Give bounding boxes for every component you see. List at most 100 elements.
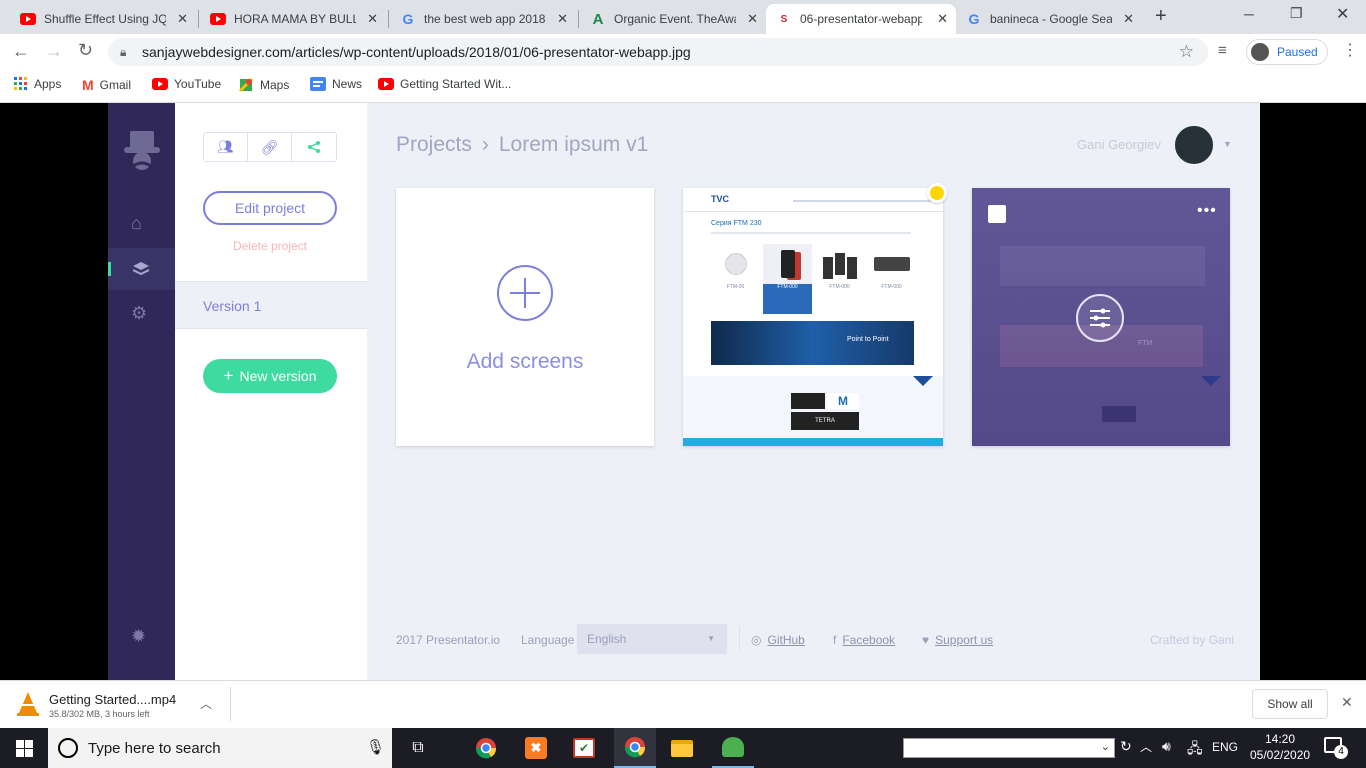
kebab-menu-icon[interactable]: ⋮ [1342,40,1358,60]
thumb-footer: M TETRA [683,376,943,438]
volume-icon[interactable]: 🔊︎ [1162,738,1171,755]
settings-gear-icon[interactable]: ⚙ [131,303,147,324]
close-icon[interactable]: ✕ [367,11,378,27]
select-checkbox[interactable] [988,205,1006,223]
omnibox[interactable]: 🔒︎ sanjaywebdesigner.com/articles/wp-con… [108,38,1208,66]
youtube-icon [378,78,394,90]
facebook-link[interactable]: f Facebook [833,633,895,647]
crafted-by[interactable]: Crafted by Gani [1150,633,1234,647]
edit-project-button[interactable]: Edit project [203,191,337,225]
share-button[interactable] [292,133,336,161]
close-icon[interactable]: ✕ [937,11,948,27]
screen-thumbnail-2[interactable]: FTM ••• [972,188,1230,446]
close-icon[interactable]: ✕ [1341,694,1353,711]
tab-1[interactable]: Shuffle Effect Using JQuery ✕ [10,4,196,34]
page-viewport: ⌂ ⚙ ✹ 👥︎ 🔗︎ Edit project Delete project … [0,103,1366,680]
network-app-icon[interactable] [712,728,754,768]
footer-copyright: 2017 Presentator.io [396,633,501,647]
download-filename[interactable]: Getting Started....mp4 [49,692,176,707]
notification-bell-icon[interactable] [927,183,947,203]
chevron-down-icon[interactable]: ▼ [1223,139,1232,149]
plus-icon: + [223,366,234,385]
tab-2[interactable]: HORA MAMA BY BULL D ✕ [200,4,386,34]
windows-taskbar: Type here to search 🎙︎ ⧉ ✖ ✔ ⌄ ↻ ︿ 🔊︎ 🖧︎… [0,728,1366,768]
minimize-button[interactable]: ─ [1244,6,1254,22]
delete-project-link[interactable]: Delete project [203,239,337,253]
chrome-taskbar-icon[interactable] [466,728,506,768]
task-view-icon[interactable]: ⧉ [400,728,436,768]
bookmark-label: Apps [34,77,62,91]
show-all-button[interactable]: Show all [1252,689,1328,719]
clock[interactable]: 14:20 05/02/2020 [1250,731,1310,763]
close-icon[interactable]: ✕ [177,11,188,27]
close-icon[interactable]: ✕ [557,11,568,27]
bug-icon[interactable]: ✹ [131,626,146,647]
tab-title: the best web app 2018 [424,12,546,26]
profile-button[interactable]: Paused [1246,39,1328,65]
chevron-up-icon[interactable]: ︿ [200,695,212,712]
thumb2-banner-title: FTM [1138,340,1153,347]
breadcrumb-projects[interactable]: Projects [396,133,472,157]
close-icon[interactable]: ✕ [1123,11,1134,27]
projects-nav-item[interactable] [108,248,175,290]
news-icon [310,77,326,91]
bookmark-youtube[interactable]: YouTube [152,77,221,91]
network-icon[interactable]: 🖧︎ [1187,738,1203,762]
new-tab-button[interactable]: + [1155,5,1167,28]
tab-title: banineca - Google Sear [990,12,1112,26]
action-center-icon[interactable]: 4 [1324,737,1348,759]
support-link[interactable]: ♥ Support us [922,633,993,647]
preview-link-button[interactable]: 🔗︎ [248,133,292,161]
microphone-icon[interactable]: 🎙︎ [366,738,385,756]
more-options-icon[interactable]: ••• [1197,202,1217,220]
new-version-button[interactable]: + New version [203,359,337,393]
tab-5-active[interactable]: S 06-presentator-webapp ✕ [766,4,956,34]
xampp-icon[interactable]: ✖ [516,728,556,768]
input-language[interactable]: ENG [1212,740,1238,754]
language-select[interactable]: English ▼ [577,624,727,654]
checklist-app-icon[interactable]: ✔ [564,728,604,768]
star-icon[interactable]: ☆ [1179,38,1194,66]
bookmark-getting-started[interactable]: Getting Started Wit... [378,77,511,91]
add-screens-card[interactable]: Add screens [396,188,654,446]
bookmark-news[interactable]: News [310,77,362,91]
chrome-active-icon[interactable] [614,728,656,768]
github-link[interactable]: ◎ GitHub [751,633,805,647]
version-item-active[interactable]: Version 1 [175,281,367,329]
refresh-icon[interactable]: ↻ [1120,738,1132,755]
screen-settings-button[interactable] [1076,294,1124,342]
thumb-header: TVC [683,188,943,212]
admins-button[interactable]: 👥︎ [204,133,248,161]
bookmark-gmail[interactable]: M Gmail [82,77,131,93]
close-icon[interactable]: ✕ [747,11,758,27]
back-arrow-icon[interactable]: ← [12,41,30,62]
taskbar-search-box[interactable]: Type here to search 🎙︎ [48,728,392,768]
restore-button[interactable]: ❐ [1290,5,1303,22]
chevron-up-icon[interactable]: ︿ [1140,738,1152,755]
profile-status: Paused [1277,45,1318,59]
product-label: FTM-000 [777,284,798,290]
clock-time: 14:20 [1264,732,1296,746]
file-explorer-icon[interactable] [662,728,702,768]
close-window-button[interactable]: ✕ [1336,4,1349,24]
screen-thumbnail-1[interactable]: TVC Серия FTM 230 FTM-00 FTM-000 FTM-000 [683,188,943,446]
tab-3[interactable]: G the best web app 2018 ✕ [390,4,576,34]
bookmark-apps[interactable]: Apps [14,77,61,91]
bookmark-label: Getting Started Wit... [400,77,512,91]
user-name[interactable]: Gani Georgiev [1077,137,1161,152]
search-icon [58,738,78,758]
home-icon[interactable]: ⌂ [131,213,142,234]
windows-start-icon [16,740,33,757]
tab-6[interactable]: G banineca - Google Sear ✕ [956,4,1142,34]
thumb-heading: Серия FTM 230 [711,220,762,227]
forward-arrow-icon[interactable]: → [45,41,63,62]
user-avatar[interactable] [1173,124,1215,166]
tab-4[interactable]: A Organic Event. TheAwa ✕ [580,4,766,34]
media-queue-icon[interactable]: ≡ [1218,42,1227,59]
search-placeholder: Type here to search [88,740,221,757]
reload-icon[interactable]: ↻ [78,40,93,61]
address-toolbar-input[interactable]: ⌄ [903,738,1115,758]
triangle-marker-icon [913,376,933,386]
bookmark-maps[interactable]: Maps [238,77,289,93]
plus-circle-icon [497,265,553,321]
